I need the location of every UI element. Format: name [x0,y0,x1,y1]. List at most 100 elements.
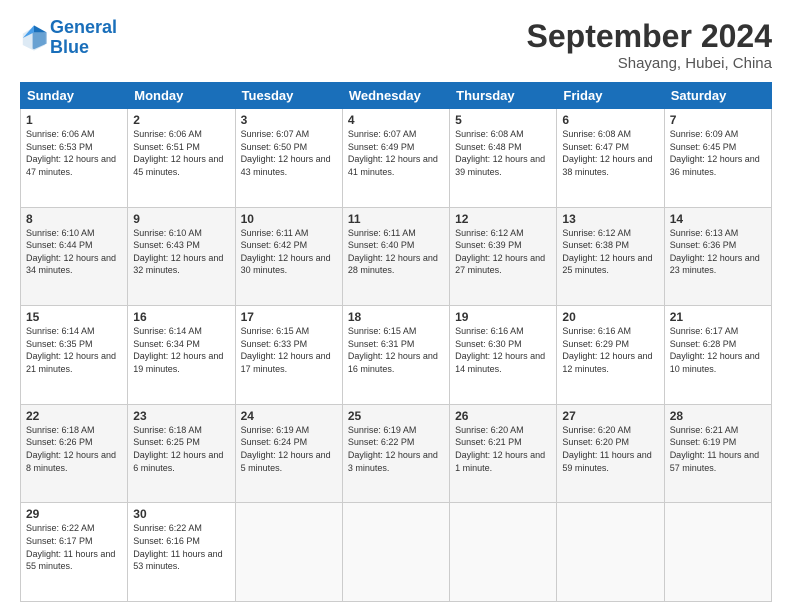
cell-info: Sunrise: 6:19 AMSunset: 6:22 PMDaylight:… [348,425,438,473]
calendar-cell: 14 Sunrise: 6:13 AMSunset: 6:36 PMDaylig… [664,207,771,306]
day-number: 29 [26,507,122,521]
day-number: 15 [26,310,122,324]
calendar-cell: 15 Sunrise: 6:14 AMSunset: 6:35 PMDaylig… [21,306,128,405]
logo-icon [20,24,48,52]
day-number: 8 [26,212,122,226]
cell-info: Sunrise: 6:12 AMSunset: 6:38 PMDaylight:… [562,228,652,276]
calendar-cell: 13 Sunrise: 6:12 AMSunset: 6:38 PMDaylig… [557,207,664,306]
dow-header-sunday: Sunday [21,83,128,109]
day-number: 10 [241,212,337,226]
calendar-cell: 4 Sunrise: 6:07 AMSunset: 6:49 PMDayligh… [342,109,449,208]
day-number: 7 [670,113,766,127]
day-number: 11 [348,212,444,226]
cell-info: Sunrise: 6:17 AMSunset: 6:28 PMDaylight:… [670,326,760,374]
calendar-cell [557,503,664,602]
day-number: 19 [455,310,551,324]
calendar-cell: 30 Sunrise: 6:22 AMSunset: 6:16 PMDaylig… [128,503,235,602]
page: General Blue September 2024 Shayang, Hub… [0,0,792,612]
calendar-cell: 20 Sunrise: 6:16 AMSunset: 6:29 PMDaylig… [557,306,664,405]
day-number: 25 [348,409,444,423]
cell-info: Sunrise: 6:16 AMSunset: 6:29 PMDaylight:… [562,326,652,374]
dow-header-wednesday: Wednesday [342,83,449,109]
calendar-cell: 12 Sunrise: 6:12 AMSunset: 6:39 PMDaylig… [450,207,557,306]
day-number: 23 [133,409,229,423]
cell-info: Sunrise: 6:15 AMSunset: 6:33 PMDaylight:… [241,326,331,374]
calendar-cell [450,503,557,602]
cell-info: Sunrise: 6:12 AMSunset: 6:39 PMDaylight:… [455,228,545,276]
cell-info: Sunrise: 6:08 AMSunset: 6:47 PMDaylight:… [562,129,652,177]
dow-header-saturday: Saturday [664,83,771,109]
day-number: 26 [455,409,551,423]
cell-info: Sunrise: 6:14 AMSunset: 6:35 PMDaylight:… [26,326,116,374]
calendar-cell: 7 Sunrise: 6:09 AMSunset: 6:45 PMDayligh… [664,109,771,208]
cell-info: Sunrise: 6:14 AMSunset: 6:34 PMDaylight:… [133,326,223,374]
cell-info: Sunrise: 6:20 AMSunset: 6:20 PMDaylight:… [562,425,651,473]
calendar-cell: 21 Sunrise: 6:17 AMSunset: 6:28 PMDaylig… [664,306,771,405]
day-number: 13 [562,212,658,226]
calendar-cell: 8 Sunrise: 6:10 AMSunset: 6:44 PMDayligh… [21,207,128,306]
day-number: 21 [670,310,766,324]
calendar-cell: 5 Sunrise: 6:08 AMSunset: 6:48 PMDayligh… [450,109,557,208]
cell-info: Sunrise: 6:10 AMSunset: 6:44 PMDaylight:… [26,228,116,276]
day-number: 27 [562,409,658,423]
calendar-cell: 11 Sunrise: 6:11 AMSunset: 6:40 PMDaylig… [342,207,449,306]
calendar-body: 1 Sunrise: 6:06 AMSunset: 6:53 PMDayligh… [21,109,772,602]
day-number: 22 [26,409,122,423]
calendar-cell: 1 Sunrise: 6:06 AMSunset: 6:53 PMDayligh… [21,109,128,208]
calendar-cell: 29 Sunrise: 6:22 AMSunset: 6:17 PMDaylig… [21,503,128,602]
day-number: 24 [241,409,337,423]
calendar-cell [342,503,449,602]
calendar: SundayMondayTuesdayWednesdayThursdayFrid… [20,82,772,602]
cell-info: Sunrise: 6:20 AMSunset: 6:21 PMDaylight:… [455,425,545,473]
cell-info: Sunrise: 6:07 AMSunset: 6:50 PMDaylight:… [241,129,331,177]
dow-header-friday: Friday [557,83,664,109]
calendar-cell: 19 Sunrise: 6:16 AMSunset: 6:30 PMDaylig… [450,306,557,405]
cell-info: Sunrise: 6:08 AMSunset: 6:48 PMDaylight:… [455,129,545,177]
day-number: 6 [562,113,658,127]
month-title: September 2024 [527,18,772,55]
cell-info: Sunrise: 6:22 AMSunset: 6:17 PMDaylight:… [26,523,115,571]
logo: General Blue [20,18,117,58]
calendar-cell: 23 Sunrise: 6:18 AMSunset: 6:25 PMDaylig… [128,404,235,503]
day-number: 4 [348,113,444,127]
days-of-week-row: SundayMondayTuesdayWednesdayThursdayFrid… [21,83,772,109]
calendar-cell: 2 Sunrise: 6:06 AMSunset: 6:51 PMDayligh… [128,109,235,208]
cell-info: Sunrise: 6:22 AMSunset: 6:16 PMDaylight:… [133,523,222,571]
day-number: 3 [241,113,337,127]
calendar-cell: 26 Sunrise: 6:20 AMSunset: 6:21 PMDaylig… [450,404,557,503]
day-number: 14 [670,212,766,226]
cell-info: Sunrise: 6:10 AMSunset: 6:43 PMDaylight:… [133,228,223,276]
week-row-2: 8 Sunrise: 6:10 AMSunset: 6:44 PMDayligh… [21,207,772,306]
calendar-cell: 27 Sunrise: 6:20 AMSunset: 6:20 PMDaylig… [557,404,664,503]
day-number: 1 [26,113,122,127]
logo-line2: Blue [50,38,117,58]
day-number: 16 [133,310,229,324]
day-number: 2 [133,113,229,127]
week-row-3: 15 Sunrise: 6:14 AMSunset: 6:35 PMDaylig… [21,306,772,405]
logo-line1: General [50,17,117,37]
header: General Blue September 2024 Shayang, Hub… [20,18,772,72]
cell-info: Sunrise: 6:11 AMSunset: 6:40 PMDaylight:… [348,228,438,276]
title-block: September 2024 Shayang, Hubei, China [527,18,772,72]
cell-info: Sunrise: 6:11 AMSunset: 6:42 PMDaylight:… [241,228,331,276]
day-number: 12 [455,212,551,226]
day-number: 20 [562,310,658,324]
cell-info: Sunrise: 6:06 AMSunset: 6:53 PMDaylight:… [26,129,116,177]
dow-header-thursday: Thursday [450,83,557,109]
cell-info: Sunrise: 6:07 AMSunset: 6:49 PMDaylight:… [348,129,438,177]
cell-info: Sunrise: 6:16 AMSunset: 6:30 PMDaylight:… [455,326,545,374]
day-number: 30 [133,507,229,521]
calendar-cell: 18 Sunrise: 6:15 AMSunset: 6:31 PMDaylig… [342,306,449,405]
cell-info: Sunrise: 6:06 AMSunset: 6:51 PMDaylight:… [133,129,223,177]
calendar-cell: 9 Sunrise: 6:10 AMSunset: 6:43 PMDayligh… [128,207,235,306]
cell-info: Sunrise: 6:13 AMSunset: 6:36 PMDaylight:… [670,228,760,276]
cell-info: Sunrise: 6:19 AMSunset: 6:24 PMDaylight:… [241,425,331,473]
week-row-1: 1 Sunrise: 6:06 AMSunset: 6:53 PMDayligh… [21,109,772,208]
cell-info: Sunrise: 6:18 AMSunset: 6:25 PMDaylight:… [133,425,223,473]
day-number: 9 [133,212,229,226]
day-number: 5 [455,113,551,127]
cell-info: Sunrise: 6:09 AMSunset: 6:45 PMDaylight:… [670,129,760,177]
dow-header-tuesday: Tuesday [235,83,342,109]
calendar-cell: 25 Sunrise: 6:19 AMSunset: 6:22 PMDaylig… [342,404,449,503]
day-number: 17 [241,310,337,324]
